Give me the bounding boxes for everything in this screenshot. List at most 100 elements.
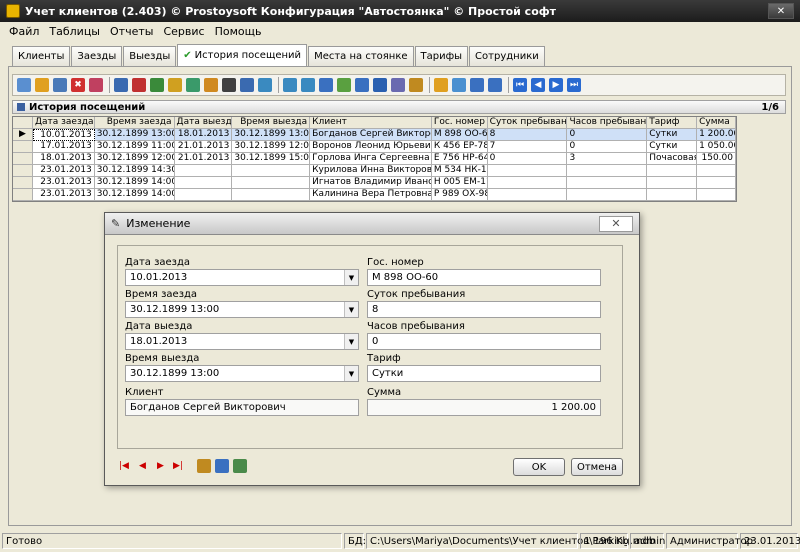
chevron-down-icon[interactable]: ▼ bbox=[344, 366, 358, 381]
table-cell[interactable]: 18.01.2013 bbox=[32, 153, 95, 165]
table-row[interactable]: 17.01.2013 30.12.1899 11:00 21.01.2013 3… bbox=[13, 141, 736, 153]
sum-icon[interactable] bbox=[204, 78, 218, 92]
globe-icon[interactable] bbox=[197, 459, 211, 473]
departure-date-field[interactable]: 18.01.2013 ▼ bbox=[125, 333, 359, 350]
copy-icon[interactable] bbox=[53, 78, 67, 92]
table-cell[interactable] bbox=[487, 189, 568, 201]
print-icon[interactable] bbox=[240, 78, 254, 92]
table-cell[interactable] bbox=[567, 165, 648, 177]
table-cell[interactable]: 0 bbox=[487, 153, 568, 165]
table-cell[interactable]: К 456 ЕР-78 bbox=[431, 141, 488, 153]
card-icon[interactable] bbox=[215, 459, 229, 473]
client-field[interactable]: Богданов Сергей Викторович bbox=[125, 399, 359, 416]
last-record-icon[interactable]: ▶| bbox=[173, 461, 183, 471]
column-header[interactable]: Время заезда bbox=[94, 117, 175, 129]
export-icon[interactable] bbox=[283, 78, 297, 92]
table-cell[interactable]: Е 756 НР-64 bbox=[431, 153, 488, 165]
table-cell[interactable] bbox=[697, 177, 736, 189]
table-cell[interactable]: Р 989 ОХ-98 bbox=[431, 189, 488, 201]
tab-clients[interactable]: Клиенты bbox=[12, 46, 71, 66]
first-record-icon[interactable]: |◀ bbox=[119, 461, 129, 471]
table-row[interactable]: ▶ 10.01.2013 30.12.1899 13:00 18.01.2013… bbox=[13, 129, 736, 141]
table-cell[interactable] bbox=[174, 177, 233, 189]
table-cell[interactable] bbox=[697, 189, 736, 201]
table-cell[interactable] bbox=[647, 189, 698, 201]
table-cell[interactable] bbox=[487, 165, 568, 177]
table-cell[interactable]: Воронов Леонид Юрьевич bbox=[310, 141, 432, 153]
table-row[interactable]: 23.01.2013 30.12.1899 14:00 Калинина Вер… bbox=[13, 189, 736, 201]
filter-icon[interactable] bbox=[114, 78, 128, 92]
table-cell[interactable]: 1 200.00 bbox=[697, 129, 736, 141]
table-cell[interactable]: 10.01.2013 bbox=[32, 129, 95, 141]
table-cell[interactable]: 18.01.2013 bbox=[174, 129, 233, 141]
chevron-down-icon[interactable]: ▼ bbox=[344, 334, 358, 349]
table-cell[interactable]: Почасовая bbox=[647, 153, 698, 165]
table-cell[interactable]: Сутки bbox=[647, 141, 698, 153]
departure-time-field[interactable]: 30.12.1899 13:00 ▼ bbox=[125, 365, 359, 382]
column-header[interactable]: Тариф bbox=[647, 117, 698, 129]
tariff-field[interactable]: Сутки bbox=[367, 365, 601, 382]
table-cell[interactable]: Горлова Инга Сергеевна bbox=[310, 153, 432, 165]
column-header[interactable]: Дата выезда bbox=[174, 117, 233, 129]
table-cell[interactable] bbox=[697, 165, 736, 177]
plate-field[interactable]: М 898 ОО-60 bbox=[367, 269, 601, 286]
report-icon[interactable] bbox=[233, 459, 247, 473]
table-cell[interactable]: М 898 ОО-60 bbox=[431, 129, 488, 141]
menu-reports[interactable]: Отчеты bbox=[105, 25, 158, 38]
chart-icon[interactable] bbox=[409, 78, 423, 92]
report-icon[interactable] bbox=[319, 78, 333, 92]
arrival-time-field[interactable]: 30.12.1899 13:00 ▼ bbox=[125, 301, 359, 318]
table-cell[interactable]: 30.12.1899 13:00 bbox=[232, 129, 311, 141]
table-cell[interactable] bbox=[232, 189, 311, 201]
table-cell[interactable] bbox=[567, 177, 648, 189]
tab-arrivals[interactable]: Заезды bbox=[71, 46, 123, 66]
chevron-down-icon[interactable]: ▼ bbox=[344, 302, 358, 317]
table-cell[interactable] bbox=[174, 165, 233, 177]
table-cell[interactable] bbox=[567, 189, 648, 201]
table-cell[interactable]: Курилова Инна Викторовна bbox=[310, 165, 432, 177]
tab-employees[interactable]: Сотрудники bbox=[469, 46, 545, 66]
table-cell[interactable]: 8 bbox=[487, 129, 568, 141]
table-cell[interactable]: 1 050.00 bbox=[697, 141, 736, 153]
table-cell[interactable]: 30.12.1899 14:00 bbox=[94, 177, 175, 189]
cancel-button[interactable]: Отмена bbox=[571, 458, 623, 476]
previous-record-icon[interactable]: ◀ bbox=[139, 461, 146, 471]
tab-parking-spots[interactable]: Места на стоянке bbox=[308, 46, 414, 66]
menu-help[interactable]: Помощь bbox=[210, 25, 267, 38]
column-header[interactable]: Сумма bbox=[697, 117, 736, 129]
column-header[interactable]: Часов пребывания bbox=[567, 117, 648, 129]
ok-button[interactable]: OK bbox=[513, 458, 565, 476]
table-cell[interactable]: Богданов Сергей Викторович bbox=[310, 129, 432, 141]
tab-departures[interactable]: Выезды bbox=[123, 46, 177, 66]
find-icon[interactable] bbox=[222, 78, 236, 92]
table-cell[interactable]: 7 bbox=[487, 141, 568, 153]
column-header[interactable]: Клиент bbox=[310, 117, 432, 129]
table-cell[interactable]: 23.01.2013 bbox=[32, 177, 95, 189]
dialog-close-button[interactable]: ✕ bbox=[599, 215, 633, 232]
chevron-down-icon[interactable]: ▼ bbox=[344, 270, 358, 285]
table-cell[interactable]: 21.01.2013 bbox=[174, 141, 233, 153]
column-header[interactable]: Гос. номер bbox=[431, 117, 488, 129]
import-icon[interactable] bbox=[301, 78, 315, 92]
save-icon[interactable] bbox=[373, 78, 387, 92]
clear-filter-icon[interactable] bbox=[132, 78, 146, 92]
previous-record-icon[interactable]: ◀ bbox=[531, 78, 545, 92]
table-cell[interactable]: 0 bbox=[567, 141, 648, 153]
table-row[interactable]: 23.01.2013 30.12.1899 14:30 Курилова Инн… bbox=[13, 165, 736, 177]
table-icon[interactable] bbox=[89, 78, 103, 92]
preview-icon[interactable] bbox=[258, 78, 272, 92]
table-cell[interactable] bbox=[647, 165, 698, 177]
menu-service[interactable]: Сервис bbox=[158, 25, 209, 38]
table-cell[interactable]: 30.12.1899 12:00 bbox=[232, 141, 311, 153]
table-cell[interactable]: 0 bbox=[567, 129, 648, 141]
last-record-icon[interactable]: ⏭ bbox=[567, 78, 581, 92]
word-icon[interactable] bbox=[355, 78, 369, 92]
menu-file[interactable]: Файл bbox=[4, 25, 44, 38]
sort-icon[interactable] bbox=[168, 78, 182, 92]
table-cell[interactable] bbox=[174, 189, 233, 201]
table-cell[interactable] bbox=[647, 177, 698, 189]
table-cell[interactable]: 30.12.1899 14:00 bbox=[94, 189, 175, 201]
settings-icon[interactable] bbox=[391, 78, 405, 92]
window-close-button[interactable]: ✕ bbox=[768, 3, 794, 19]
menu-tables[interactable]: Таблицы bbox=[44, 25, 105, 38]
